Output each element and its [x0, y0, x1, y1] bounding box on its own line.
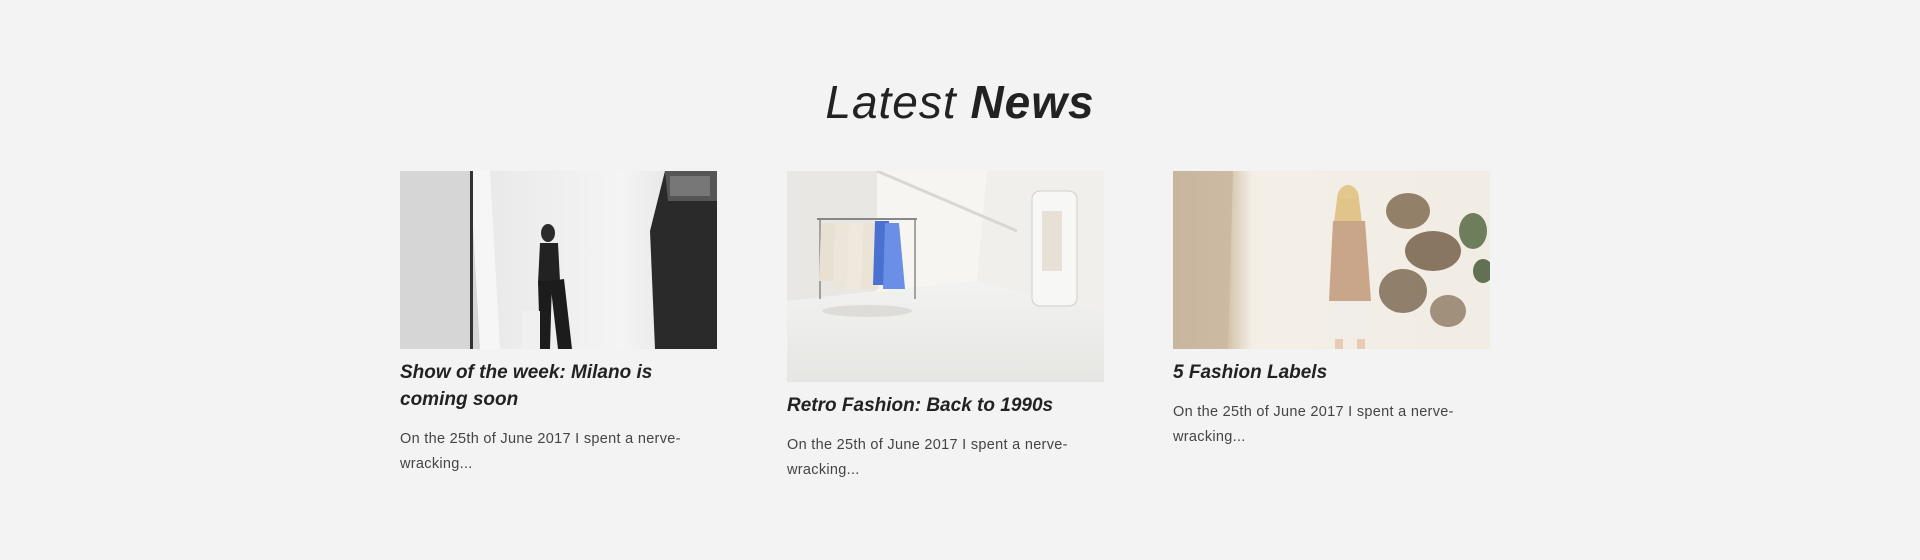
news-excerpt: On the 25th of June 2017 I spent a nerve… [400, 431, 681, 472]
blonde-model-sunlight-photo [1173, 171, 1490, 349]
news-title-link[interactable]: Retro Fashion: Back to 1990s [787, 392, 1104, 419]
news-card: Show of the week: Milano is coming soon … [400, 171, 717, 477]
latest-news-section: Latest News Show of the week: Milano is … [0, 0, 1920, 560]
news-thumbnail-link[interactable] [400, 171, 717, 349]
news-thumbnail-link[interactable] [1173, 171, 1490, 349]
heading-bold-word: News [970, 76, 1095, 128]
section-heading: Latest News [0, 72, 1920, 132]
news-excerpt: On the 25th of June 2017 I spent a nerve… [787, 437, 1068, 478]
news-title-link[interactable]: 5 Fashion Labels [1173, 359, 1490, 386]
news-card: 5 Fashion Labels On the 25th of June 201… [1173, 171, 1490, 450]
news-excerpt: On the 25th of June 2017 I spent a nerve… [1173, 404, 1454, 445]
news-card: Retro Fashion: Back to 1990s On the 25th… [787, 171, 1104, 483]
news-title-link[interactable]: Show of the week: Milano is coming soon [400, 359, 717, 413]
heading-light-word: Latest [825, 76, 957, 128]
boutique-clothing-rack-photo [787, 171, 1104, 382]
news-thumbnail-link[interactable] [787, 171, 1104, 382]
model-sitting-studio-photo [400, 171, 717, 349]
